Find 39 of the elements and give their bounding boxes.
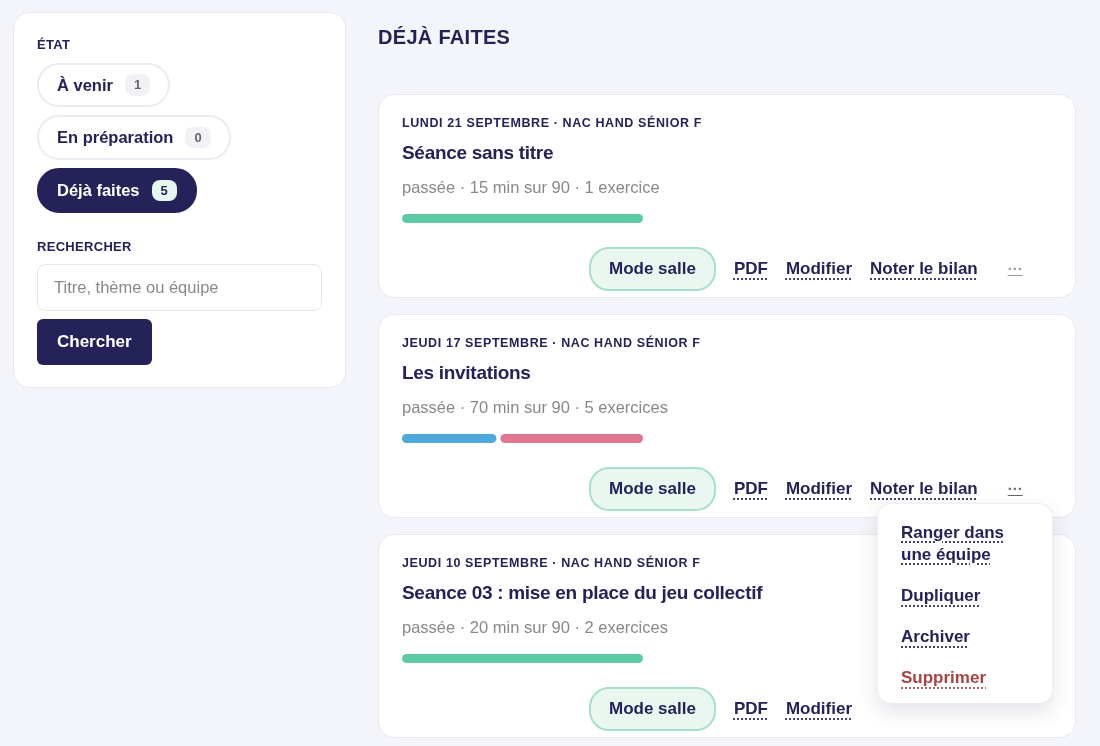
- action-link[interactable]: Modifier: [785, 696, 853, 722]
- page-heading: DÉJÀ FAITES: [378, 25, 512, 50]
- count-badge: 5: [151, 179, 177, 202]
- mode-button[interactable]: Mode salle: [589, 247, 716, 291]
- action-link[interactable]: Noter le bilan: [870, 476, 978, 502]
- session-title: Séance sans titre: [402, 140, 554, 165]
- action-link[interactable]: Modifier: [785, 256, 853, 282]
- count-badge: 1: [124, 74, 151, 96]
- session-meta: LUNDI 21 SEPTEMBRE · NAC HAND SÉNIOR F: [402, 114, 702, 132]
- section-label: RECHERCHER: [37, 237, 133, 256]
- menu-item[interactable]: Dupliquer: [901, 585, 981, 608]
- filter-label: Déjà faites: [57, 180, 140, 201]
- search-field[interactable]: Titre, thème ou équipe: [37, 264, 322, 312]
- menu-item[interactable]: Supprimer: [901, 667, 987, 690]
- session-title: Seance 03 : mise en place du jeu collectif: [402, 580, 763, 605]
- section-label: ÉTAT: [37, 36, 72, 54]
- more-button[interactable]: ···: [1007, 477, 1023, 500]
- action-link[interactable]: PDF: [733, 476, 768, 502]
- session-title: Les invitations: [402, 360, 531, 385]
- action-link[interactable]: Modifier: [785, 476, 853, 502]
- filter-chip[interactable]: Déjà faites 5: [37, 168, 197, 213]
- session-summary: passée · 20 min sur 90 · 2 exercices: [402, 617, 668, 639]
- count-badge: 0: [185, 126, 211, 149]
- filter-label: À venir: [57, 74, 113, 96]
- mode-button[interactable]: Mode salle: [589, 467, 716, 511]
- session-meta: JEUDI 17 SEPTEMBRE · NAC HAND SÉNIOR F: [402, 334, 701, 352]
- session-meta: JEUDI 10 SEPTEMBRE · NAC HAND SÉNIOR F: [402, 554, 701, 572]
- menu-item[interactable]: Archiver: [901, 626, 970, 649]
- action-link[interactable]: PDF: [733, 256, 768, 282]
- filter-chip[interactable]: En préparation 0: [37, 115, 231, 160]
- session-summary: passée · 15 min sur 90 · 1 exercice: [402, 177, 660, 199]
- filter-label: En préparation: [57, 127, 174, 149]
- search-button[interactable]: Chercher: [37, 319, 152, 365]
- session-summary: passée · 70 min sur 90 · 5 exercices: [402, 397, 668, 419]
- action-link[interactable]: Noter le bilan: [870, 256, 978, 282]
- filter-chip[interactable]: À venir 1: [37, 62, 171, 108]
- menu-item[interactable]: Ranger dans une équipe: [901, 522, 1030, 567]
- action-link[interactable]: PDF: [733, 696, 768, 722]
- mode-button[interactable]: Mode salle: [589, 687, 716, 731]
